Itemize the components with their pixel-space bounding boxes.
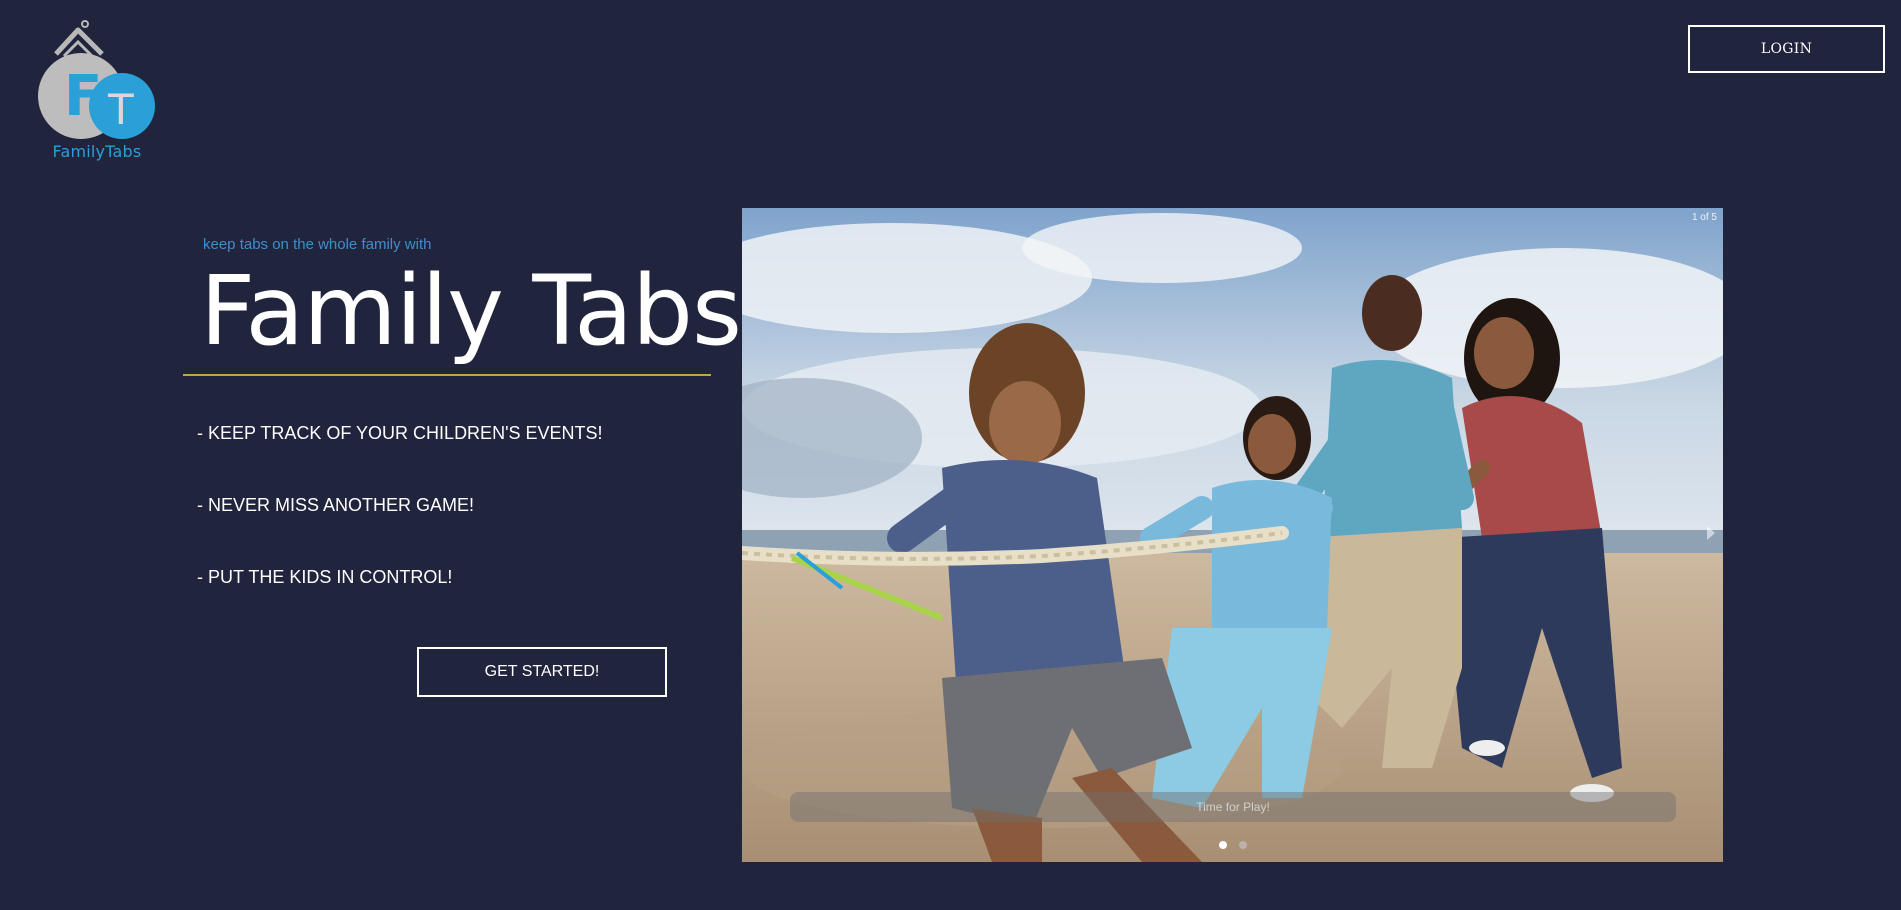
feature-item: - KEEP TRACK OF YOUR CHILDREN'S EVENTS! — [197, 423, 603, 443]
slide-dot[interactable] — [1238, 841, 1247, 849]
slide-caption: Time for Play! — [790, 792, 1676, 822]
slide-dot-active[interactable] — [1218, 841, 1227, 849]
hero-headline: Family Tabs — [200, 255, 742, 367]
family-tabs-logo[interactable]: F T FamilyTabs — [34, 16, 160, 166]
svg-text:F: F — [64, 64, 102, 129]
slide-caption-text: Time for Play! — [1196, 800, 1270, 814]
landing-page: F T FamilyTabs LOGIN keep tabs on the wh… — [0, 0, 1901, 910]
login-button[interactable]: LOGIN — [1688, 25, 1885, 73]
get-started-button[interactable]: GET STARTED! — [417, 647, 667, 697]
svg-text:T: T — [107, 85, 134, 134]
logo-mark-icon: F T — [38, 20, 155, 139]
hero-tagline: keep tabs on the whole family with — [203, 236, 432, 253]
feature-item: - PUT THE KIDS IN CONTROL! — [197, 567, 453, 587]
family-beach-photo — [742, 208, 1723, 862]
logo-wordmark: FamilyTabs — [52, 142, 142, 161]
feature-item: - NEVER MISS ANOTHER GAME! — [197, 495, 475, 515]
headline-divider — [183, 374, 711, 376]
next-slide-arrow-icon[interactable] — [1707, 526, 1715, 540]
image-slideshow[interactable]: 1 of 5 Time for Play! — [742, 208, 1723, 862]
slide-pagination — [742, 841, 1723, 849]
slide-counter: 1 of 5 — [1691, 212, 1717, 223]
